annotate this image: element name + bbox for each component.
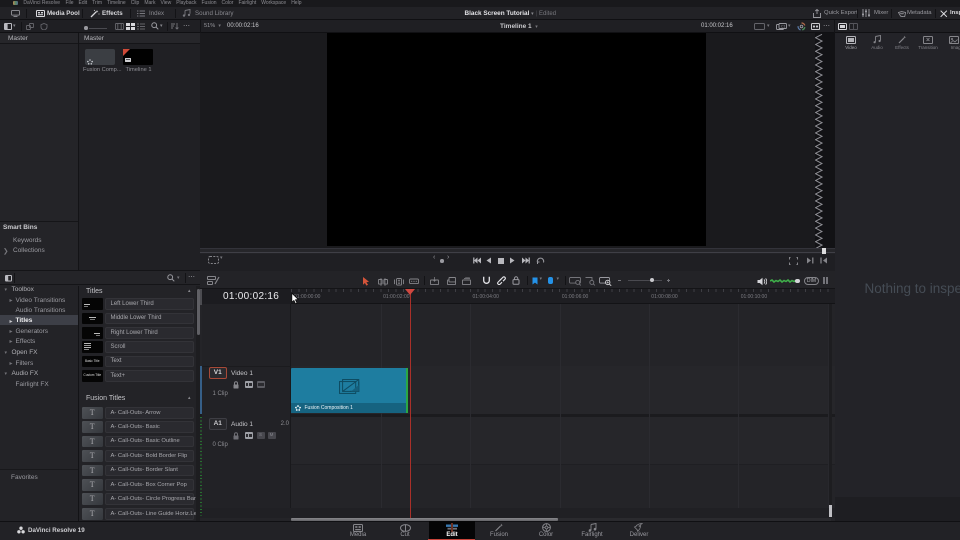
- svg-text:C1: C1: [781, 25, 786, 29]
